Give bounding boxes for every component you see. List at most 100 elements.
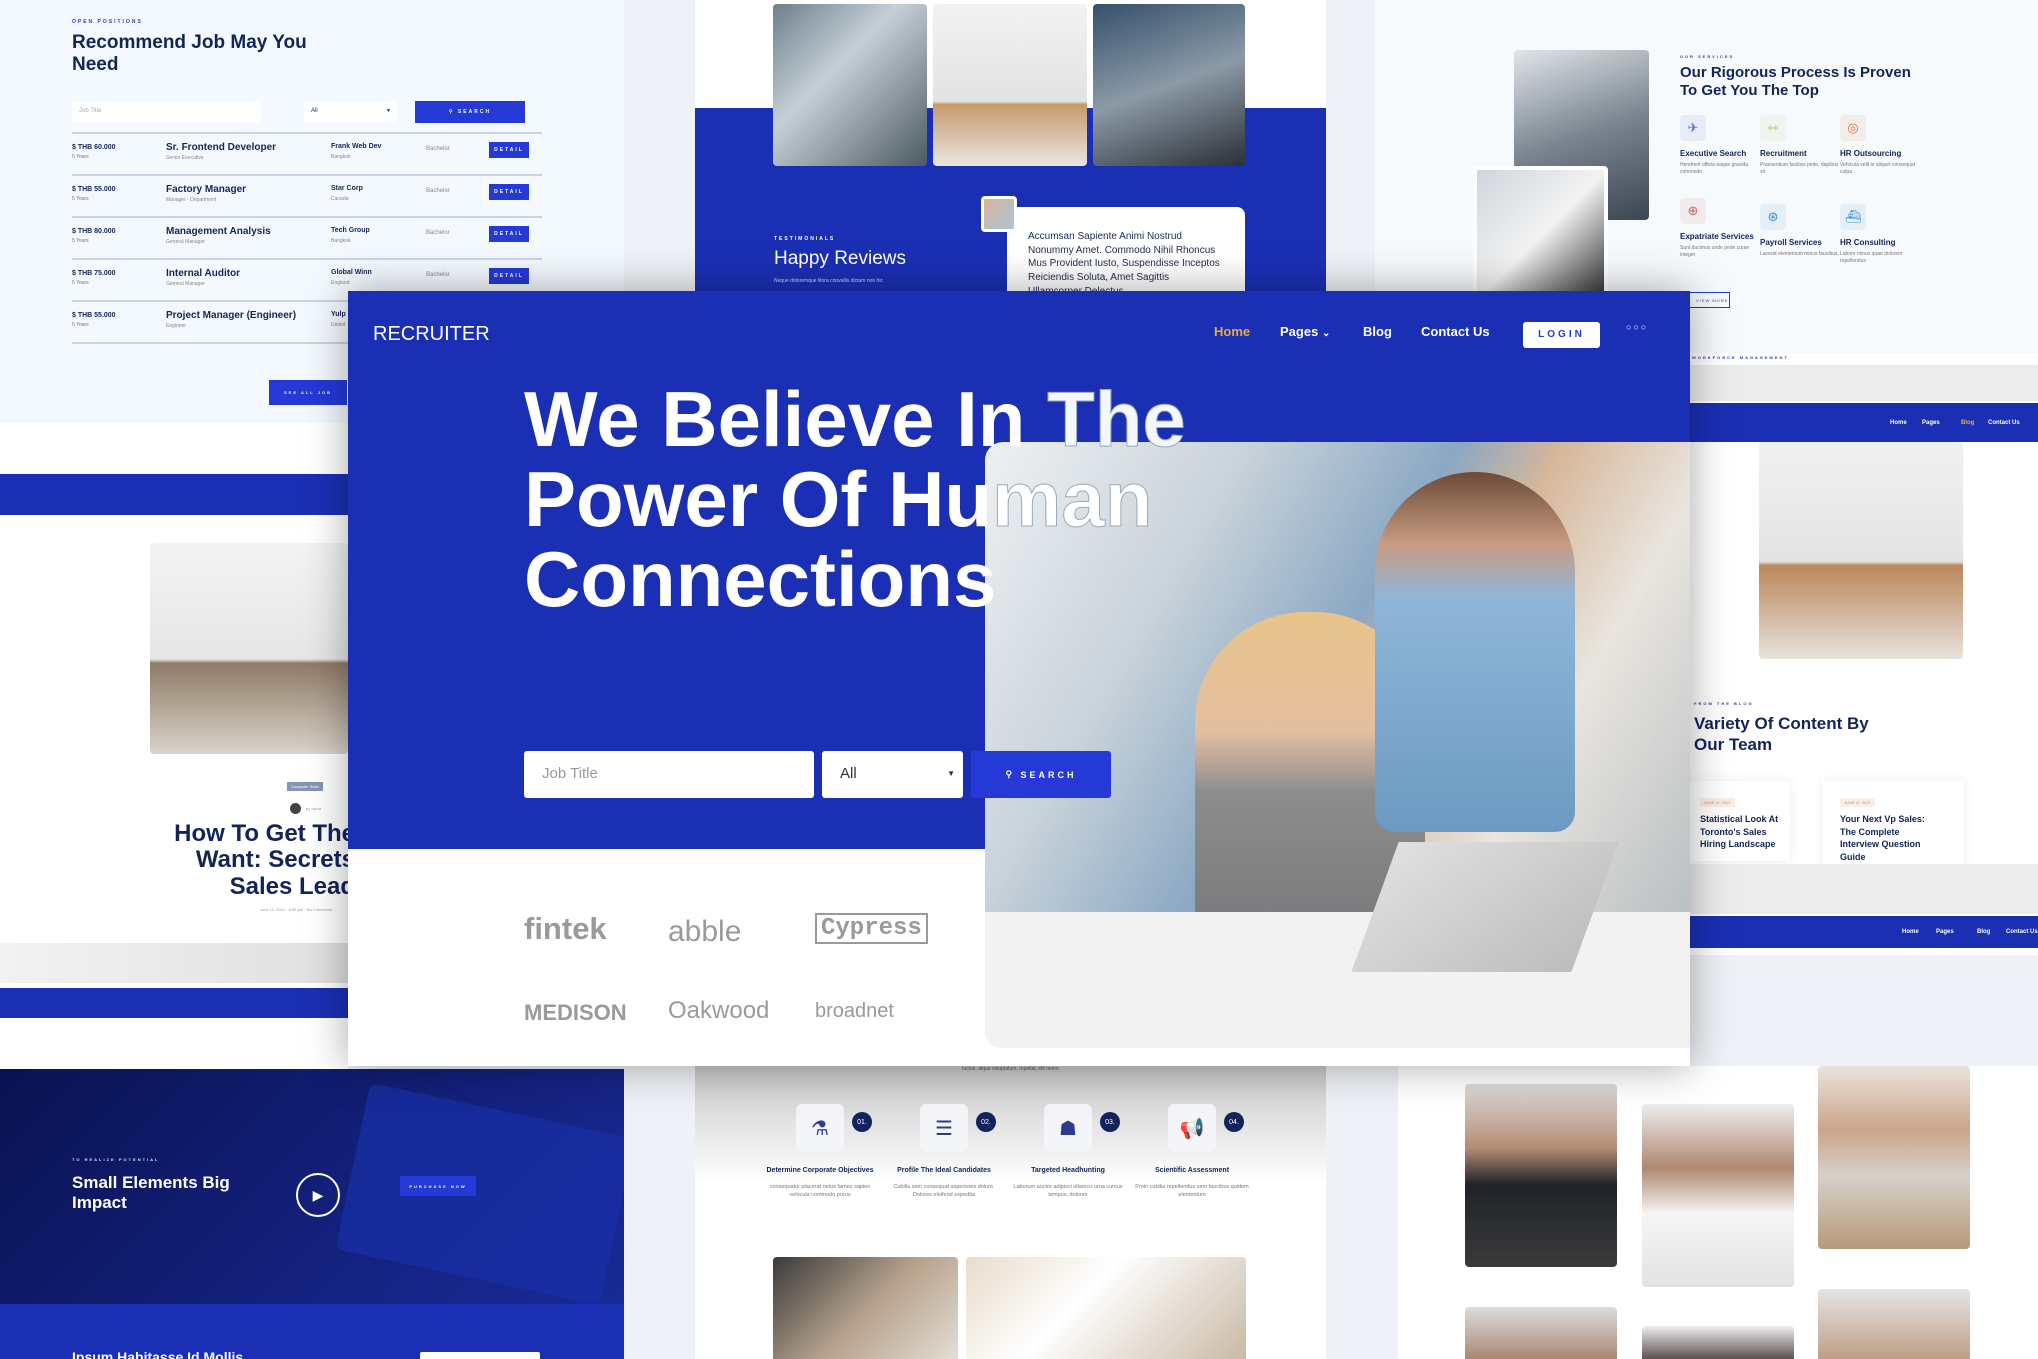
- job-salary: $ THB 60.000: [72, 144, 116, 151]
- post-date: JUNE 11, 2021: [1700, 798, 1735, 807]
- service-item[interactable]: ◎ HR Outsourcing Vehicula velit in aliqu…: [1840, 115, 1920, 176]
- caret-down-icon: ▼: [947, 769, 955, 778]
- review-quote: Accumsan Sapiente Animi Nostrud Nonummy …: [1028, 231, 1220, 291]
- nav-pages[interactable]: Pages ⌄: [1280, 324, 1330, 339]
- basketball-icon: ⊛: [1760, 204, 1786, 230]
- see-all-jobs-button[interactable]: SEE ALL JOB: [269, 380, 347, 405]
- caret-down-icon: ▼: [386, 108, 391, 114]
- team-member-photo: [1465, 1307, 1617, 1359]
- step-number: 01.: [852, 1112, 872, 1132]
- client-logo-broadnet: broadnet: [815, 1000, 894, 1022]
- job-company: Tech Group: [331, 227, 370, 234]
- laptop-desk-photo: [1473, 166, 1608, 306]
- mini-nav-pages[interactable]: Pages: [1922, 420, 1940, 426]
- client-logo-cypress: Cypress: [815, 913, 928, 944]
- service-item[interactable]: ⛴ HR Consulting Labore minus quae dolore…: [1840, 204, 1920, 265]
- footer-title: Ipsum Habitasse Id Mollis: [72, 1349, 244, 1359]
- ship-icon: ⛴: [1840, 204, 1866, 230]
- job-detail-button[interactable]: DETAIL: [489, 226, 529, 242]
- step-title: Determine Corporate Objectives: [766, 1167, 874, 1174]
- mini-nav-contact[interactable]: Contact Us: [2006, 929, 2038, 935]
- job-detail-button[interactable]: DETAIL: [489, 142, 529, 158]
- video-eyebrow: TO REALIZE POTENTIAL: [72, 1157, 160, 1162]
- service-desc: Praesentium facilisis pede, dapibus sit: [1760, 162, 1839, 175]
- testimonial-title: Happy Reviews: [774, 248, 906, 269]
- job-degree: Bachelor: [426, 146, 450, 152]
- mini-nav-bar: Home Pages Blog Contact Us: [1690, 403, 2038, 442]
- process-step: ☗ 03. Targeted Headhunting Laborum auctor…: [1008, 1104, 1128, 1199]
- man-figure: [1375, 472, 1575, 832]
- site-logo[interactable]: RECRUITER: [373, 323, 490, 346]
- job-degree: Bachelor: [426, 272, 450, 278]
- nav-home[interactable]: Home: [1214, 324, 1250, 339]
- service-item[interactable]: ✈ Executive Search Hendrerit officia eaq…: [1680, 115, 1760, 176]
- flask-globe-icon: ⚗ 01.: [796, 1104, 872, 1152]
- job-location: Bangkok: [331, 238, 351, 244]
- service-name: Payroll Services: [1760, 238, 1822, 247]
- workspace-photo: [1759, 442, 1963, 659]
- job-title: Internal Auditor: [166, 268, 241, 279]
- mini-nav-home[interactable]: Home: [1890, 420, 1907, 426]
- job-degree: Bachelor: [426, 230, 450, 236]
- blog-right-title: Variety Of Content By Our Team: [1694, 714, 1869, 755]
- job-title: Sr. Frontend Developer: [166, 142, 277, 153]
- play-icon: ▶: [312, 1186, 324, 1203]
- service-desc: Vehicula velit in aliquet consequat culp…: [1840, 162, 1916, 175]
- job-detail-button[interactable]: DETAIL: [489, 184, 529, 200]
- jobs-search-input[interactable]: Job Title: [72, 101, 261, 123]
- category-tag[interactable]: Computer Skills: [287, 782, 324, 791]
- testimonial-text: Neque doloremque litora convallis dictum…: [774, 278, 883, 284]
- service-desc: Labore minus quae dolorem repellendus: [1840, 251, 1903, 264]
- job-detail-button[interactable]: DETAIL: [489, 268, 529, 284]
- testimonial-panel: TESTIMONIALS Happy Reviews Neque dolorem…: [695, 0, 1326, 291]
- mini-nav-blog[interactable]: Blog: [1977, 929, 1990, 935]
- service-name: HR Outsourcing: [1840, 149, 1902, 158]
- play-button[interactable]: ▶: [296, 1173, 340, 1217]
- more-menu-icon[interactable]: ○○○: [1626, 322, 1648, 332]
- client-logo-oakwood: Oakwood: [668, 997, 770, 1024]
- mini-nav-bar: Home Pages Blog Contact Us: [1690, 916, 2038, 948]
- home-office-photo: [150, 543, 348, 754]
- service-name: Expatriate Services: [1680, 232, 1754, 241]
- service-item[interactable]: ⊛ Payroll Services Lacerat elementum min…: [1760, 204, 1840, 258]
- nav-blog[interactable]: Blog: [1363, 324, 1392, 339]
- search-icon: ⚲: [1005, 769, 1021, 779]
- nav-contact-us[interactable]: Contact Us: [1421, 324, 1490, 339]
- job-row[interactable]: $ THB 80.000 5 Years Management Analysis…: [72, 218, 542, 260]
- service-item[interactable]: ⊕ Expatriate Services Sunt ducimus unde …: [1680, 198, 1760, 259]
- hero-category-select[interactable]: All ▼: [822, 751, 963, 798]
- job-row[interactable]: $ THB 60.000 5 Years Sr. Frontend Develo…: [72, 134, 542, 176]
- hero-search-button[interactable]: ⚲ SEARCH: [971, 751, 1111, 798]
- service-item[interactable]: ⇿ Recruitment Praesentium facilisis pede…: [1760, 115, 1840, 176]
- blog-card[interactable]: JUNE 11, 2021 Statistical Look At Toront…: [1690, 781, 1790, 861]
- mini-nav-home[interactable]: Home: [1902, 929, 1919, 935]
- mini-nav-pages[interactable]: Pages: [1936, 929, 1954, 935]
- hero-job-title-input[interactable]: Job Title: [524, 751, 814, 798]
- process-step: 📢 04. Scientific Assessment Proin cubilia…: [1132, 1104, 1252, 1199]
- job-title: Management Analysis: [166, 226, 271, 237]
- jobs-category-select[interactable]: All ▼: [304, 101, 397, 123]
- chevron-down-icon: ⌄: [1321, 328, 1331, 339]
- blog-card[interactable]: JUNE 11, 2021 Your Next Vp Sales: The Co…: [1822, 781, 1964, 873]
- job-row[interactable]: $ THB 55.000 5 Years Factory Manager Man…: [72, 176, 542, 218]
- jobs-eyebrow: OPEN POSITIONS: [72, 19, 143, 25]
- job-level: Manager - Department: [166, 197, 217, 203]
- workforce-label: WORKFORCE MANAGEMENT: [1692, 355, 1789, 360]
- mini-nav-blog[interactable]: Blog: [1961, 420, 1974, 426]
- job-level: General Manager: [166, 281, 205, 287]
- view-more-button[interactable]: VIEW MORE: [1685, 292, 1730, 308]
- footer-button[interactable]: [420, 1352, 540, 1359]
- jobs-search-button[interactable]: ⚲ SEARCH: [415, 101, 525, 123]
- login-button[interactable]: LOGIN: [1523, 322, 1600, 348]
- team-panel: [1398, 1066, 2038, 1359]
- office-team-photo: [773, 4, 927, 166]
- blog-meta: June 11, 2021 · 8:59 pm · No Comments: [260, 907, 333, 912]
- step-number: 02.: [976, 1112, 996, 1132]
- purchase-button[interactable]: PURCHASE NOW: [400, 1176, 476, 1196]
- job-level: Senior Executive: [166, 155, 204, 161]
- job-salary: $ THB 55.000: [72, 186, 116, 193]
- hero-line-2: Power Of Human: [524, 455, 1153, 543]
- step-title: Scientific Assessment: [1154, 1167, 1230, 1174]
- search-icon: ⚲: [448, 109, 458, 115]
- mini-nav-contact[interactable]: Contact Us: [1988, 420, 2020, 426]
